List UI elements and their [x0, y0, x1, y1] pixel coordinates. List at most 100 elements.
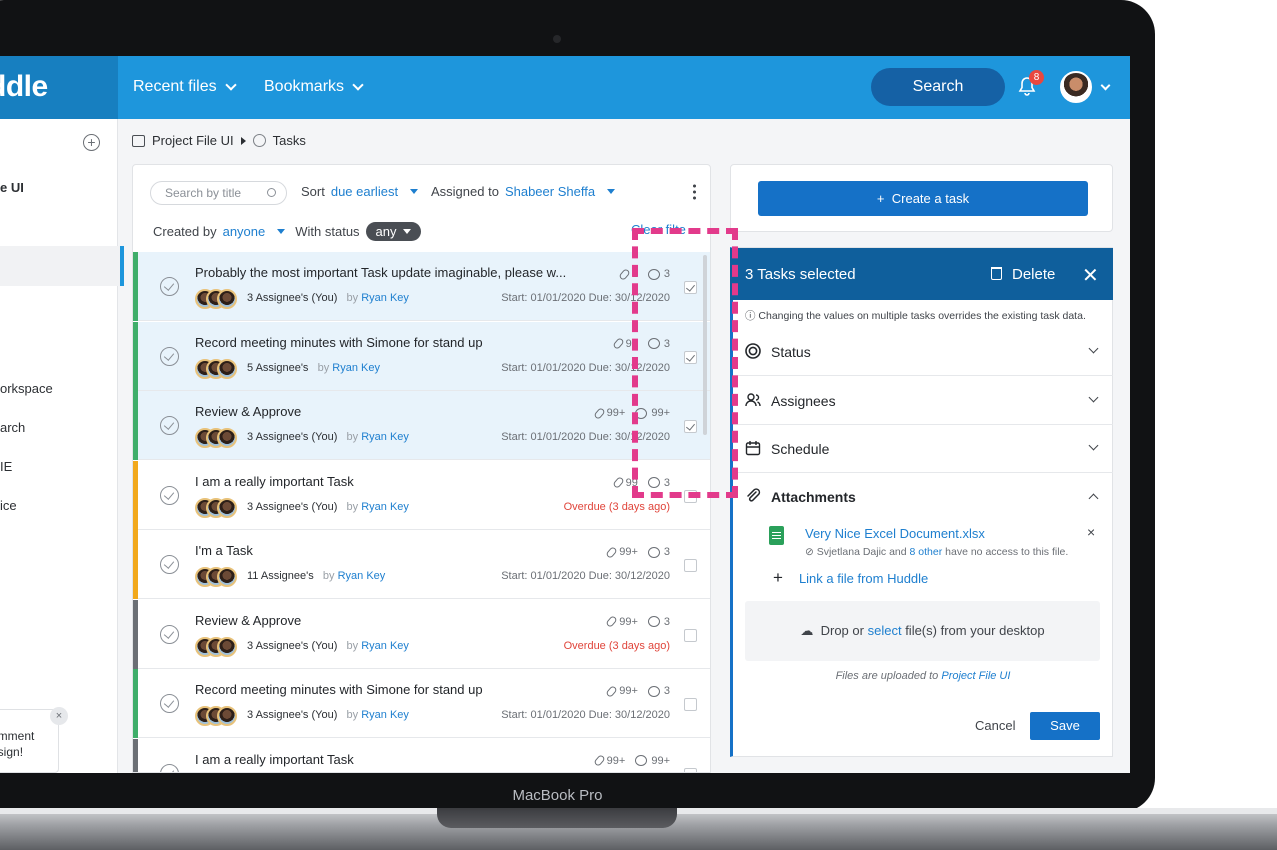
- close-icon[interactable]: ✕: [1082, 263, 1099, 288]
- task-title[interactable]: Review & Approve: [195, 404, 301, 419]
- link-file-label: Link a file from Huddle: [798, 571, 929, 586]
- delete-button[interactable]: Delete: [1012, 266, 1055, 283]
- select-checkbox[interactable]: [684, 559, 697, 572]
- chevron-down-icon[interactable]: [1100, 80, 1111, 91]
- created-filter[interactable]: Created by anyone With status any: [153, 222, 421, 241]
- priority-bar: [133, 599, 138, 669]
- attachment-name[interactable]: Very Nice Excel Document.xlsx: [805, 526, 985, 541]
- task-owner[interactable]: Ryan Key: [361, 431, 409, 443]
- sidebar-item-space[interactable]: ice: [0, 498, 17, 513]
- brand-logo[interactable]: ddle: [0, 56, 118, 119]
- select-checkbox[interactable]: [684, 767, 697, 772]
- task-row[interactable]: I am a really important Task 99+ 99+: [133, 738, 710, 772]
- task-owner[interactable]: Ryan Key: [361, 709, 409, 721]
- select-checkbox[interactable]: [684, 628, 697, 642]
- search-input[interactable]: Search by title: [150, 181, 287, 205]
- avatar: [217, 706, 237, 726]
- assignee-filter[interactable]: Assigned to Shabeer Sheffa: [431, 184, 616, 199]
- comment-icon: [647, 546, 660, 558]
- complete-check-icon[interactable]: [160, 694, 179, 713]
- task-dates: Start: 01/01/2020 Due: 30/12/2020: [501, 570, 670, 582]
- status-select[interactable]: any: [365, 222, 421, 241]
- comment-icon: [647, 616, 660, 627]
- search-button[interactable]: Search: [871, 68, 1005, 106]
- complete-check-icon[interactable]: [160, 624, 179, 644]
- sort-filter[interactable]: Sort due earliest: [301, 184, 419, 199]
- task-counts: 99+ 3: [605, 684, 670, 698]
- sidebar-item-project[interactable]: e UI: [0, 180, 24, 195]
- task-owner[interactable]: Ryan Key: [361, 501, 409, 513]
- sidebar-item-workspace[interactable]: orkspace: [0, 381, 53, 396]
- complete-check-icon[interactable]: [160, 277, 179, 296]
- task-title[interactable]: Record meeting minutes with Simone for s…: [195, 682, 483, 697]
- create-task-card: + Create a task: [730, 164, 1113, 232]
- upload-project-link[interactable]: Project File UI: [941, 670, 1010, 682]
- save-button[interactable]: Save: [1030, 712, 1100, 740]
- task-row[interactable]: Record meeting minutes with Simone for s…: [133, 669, 710, 738]
- task-row[interactable]: Review & Approve 3 Assignee's (You) by Ry…: [133, 391, 710, 460]
- file-dropzone[interactable]: ☁ Drop or select file(s) from your deskt…: [745, 601, 1100, 661]
- breadcrumb-project[interactable]: Project File UI: [152, 133, 234, 148]
- priority-bar: [133, 738, 138, 772]
- section-assignees[interactable]: Assignees: [733, 377, 1113, 425]
- chevron-down-icon: [352, 79, 364, 91]
- nav-label: Recent files: [133, 78, 217, 95]
- select-checkbox[interactable]: [684, 698, 697, 711]
- comment-count: 3: [663, 546, 670, 558]
- task-title[interactable]: Probably the most important Task update …: [195, 265, 566, 280]
- task-title[interactable]: I am a really important Task: [195, 474, 354, 489]
- create-task-button[interactable]: + Create a task: [758, 181, 1088, 216]
- task-row[interactable]: Review & Approve 3 Assignee's (You) by Ry…: [133, 599, 710, 669]
- toast-text: omment esign!: [0, 728, 34, 760]
- sort-value[interactable]: due earliest: [331, 184, 398, 199]
- task-row[interactable]: I'm a Task 11 Assignee's by Ryan Key 99+ 3 S…: [133, 530, 710, 599]
- user-avatar[interactable]: [1060, 71, 1092, 103]
- sidebar-item-active[interactable]: [0, 246, 124, 286]
- assignee-count: 3 Assignee's (You): [247, 500, 338, 513]
- paperclip-icon: [605, 545, 618, 559]
- by-label: by: [346, 292, 359, 304]
- section-status[interactable]: Status: [733, 328, 1113, 376]
- sidebar-item-ie[interactable]: IE: [0, 459, 12, 474]
- add-circle-icon[interactable]: +: [83, 134, 100, 151]
- status-icon: [745, 343, 761, 359]
- task-row[interactable]: Record meeting minutes with Simone for s…: [133, 321, 710, 391]
- nav-label: Bookmarks: [264, 78, 345, 95]
- section-label: Schedule: [771, 441, 830, 457]
- task-title[interactable]: Review & Approve: [195, 613, 301, 628]
- nav-recent-files[interactable]: Recent files: [133, 78, 237, 96]
- section-attachments[interactable]: Attachments: [733, 473, 1113, 521]
- task-row[interactable]: I am a really important Task 3 Assignee's…: [133, 460, 710, 530]
- cancel-button[interactable]: Cancel: [975, 718, 1015, 733]
- complete-check-icon[interactable]: [160, 555, 179, 574]
- task-title[interactable]: I'm a Task: [195, 543, 253, 558]
- task-title[interactable]: I am a really important Task: [195, 752, 354, 767]
- complete-check-icon[interactable]: [160, 416, 179, 435]
- section-schedule[interactable]: Schedule: [733, 425, 1113, 473]
- assigned-value[interactable]: Shabeer Sheffa: [505, 184, 595, 199]
- trash-icon[interactable]: [991, 267, 1002, 280]
- task-row[interactable]: Probably the most important Task update …: [133, 252, 710, 321]
- highlight-outline: [632, 228, 642, 498]
- task-title[interactable]: Record meeting minutes with Simone for s…: [195, 335, 483, 350]
- task-owner[interactable]: Ryan Key: [361, 292, 409, 304]
- select-files-link[interactable]: select: [868, 623, 902, 638]
- task-owner[interactable]: Ryan Key: [332, 362, 380, 374]
- task-owner[interactable]: Ryan Key: [361, 640, 409, 652]
- link-file-button[interactable]: + Link a file from Huddle: [773, 568, 928, 588]
- task-owner[interactable]: Ryan Key: [338, 570, 386, 582]
- more-options-icon[interactable]: [693, 183, 696, 200]
- complete-check-icon[interactable]: [160, 485, 179, 505]
- highlight-outline: [632, 492, 738, 498]
- status-label: With status: [295, 224, 360, 239]
- nav-bookmarks[interactable]: Bookmarks: [264, 78, 364, 96]
- toast-close-icon[interactable]: ×: [50, 707, 68, 725]
- complete-check-icon[interactable]: [160, 346, 179, 366]
- remove-attachment-icon[interactable]: ×: [1087, 524, 1095, 540]
- sidebar-item-search[interactable]: arch: [0, 420, 25, 435]
- complete-check-icon[interactable]: [160, 763, 179, 772]
- comment-icon: [635, 755, 648, 766]
- by-label: by: [346, 431, 359, 443]
- others-link[interactable]: 8 other: [910, 546, 943, 558]
- created-value[interactable]: anyone: [223, 224, 266, 239]
